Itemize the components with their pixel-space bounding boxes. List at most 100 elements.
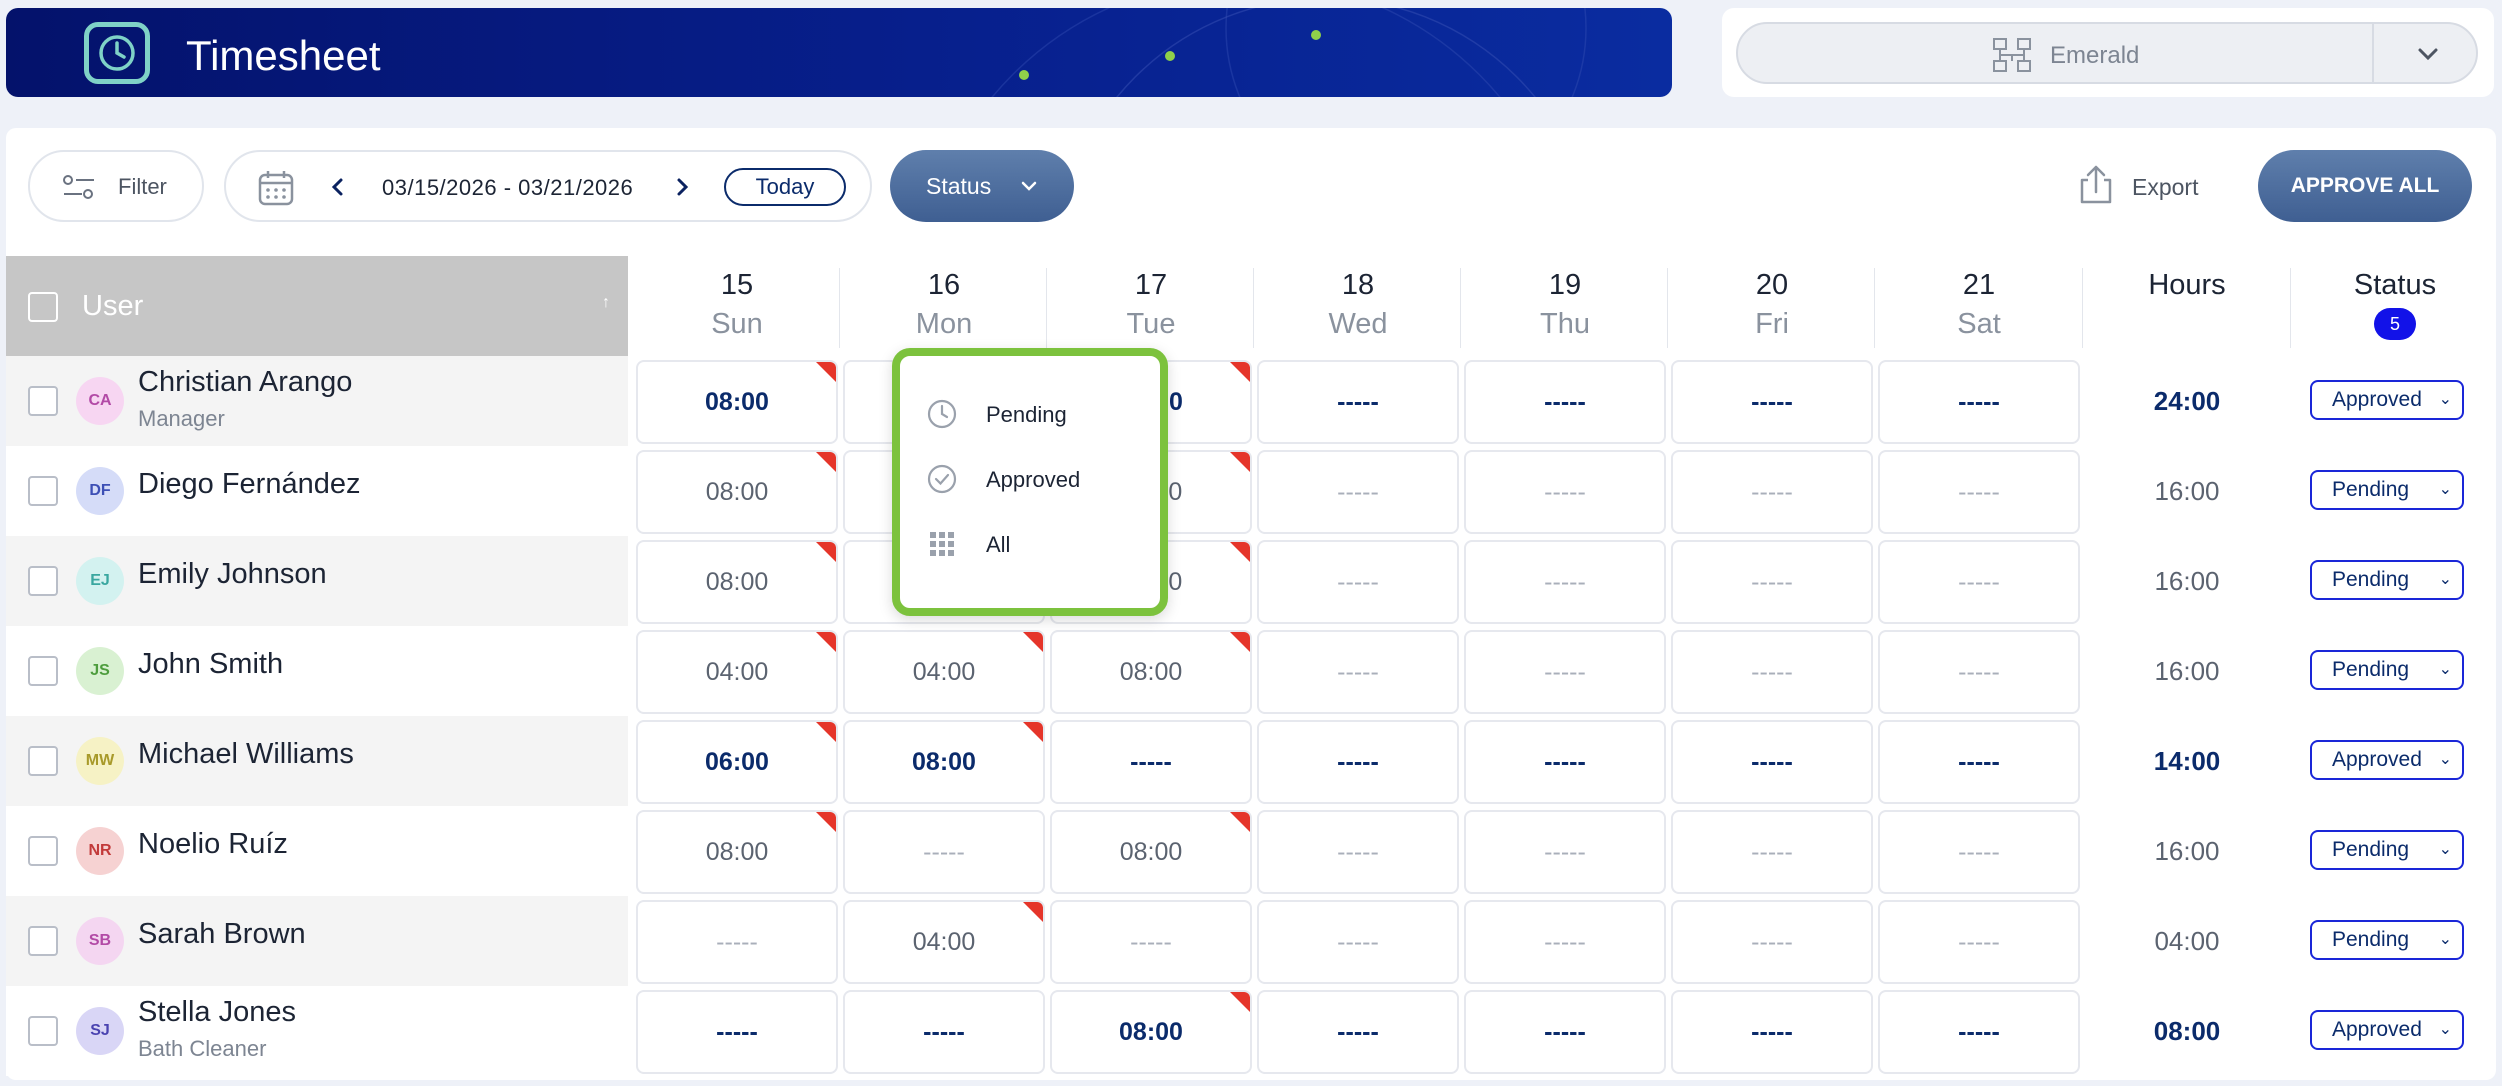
time-entry-cell[interactable]: ----- xyxy=(1878,720,2080,804)
today-button[interactable]: Today xyxy=(724,168,846,206)
row-checkbox[interactable] xyxy=(28,746,58,776)
row-checkbox[interactable] xyxy=(28,836,58,866)
time-entry-cell[interactable]: ----- xyxy=(1257,900,1459,984)
time-entry-value: ----- xyxy=(1337,568,1379,596)
time-entry-cell[interactable]: 08:00 xyxy=(636,450,838,534)
day-name: Thu xyxy=(1540,308,1590,340)
time-entry-cell[interactable]: 06:00 xyxy=(636,720,838,804)
row-status-value: Approved xyxy=(2332,388,2422,411)
chevron-down-icon[interactable] xyxy=(2414,40,2442,68)
time-entry-cell[interactable]: ----- xyxy=(1050,900,1252,984)
export-button[interactable]: Export xyxy=(2076,164,2198,211)
row-checkbox[interactable] xyxy=(28,566,58,596)
time-entry-cell[interactable]: ----- xyxy=(1878,810,2080,894)
time-entry-cell[interactable]: 04:00 xyxy=(636,630,838,714)
filter-button[interactable]: Filter xyxy=(28,150,204,222)
time-entry-cell[interactable]: ----- xyxy=(1671,630,1873,714)
time-entry-value: ----- xyxy=(1958,838,2000,866)
time-entry-cell[interactable]: 08:00 xyxy=(1050,630,1252,714)
time-entry-cell[interactable]: ----- xyxy=(1257,450,1459,534)
time-entry-cell[interactable]: ----- xyxy=(1257,630,1459,714)
time-entry-value: ----- xyxy=(1751,568,1793,596)
time-entry-cell[interactable]: ----- xyxy=(1050,720,1252,804)
time-entry-cell[interactable]: ----- xyxy=(1671,990,1873,1074)
time-entry-cell[interactable]: ----- xyxy=(1878,900,2080,984)
row-status-select[interactable]: Pending ⌄ xyxy=(2310,920,2464,960)
row-checkbox[interactable] xyxy=(28,926,58,956)
time-entry-cell[interactable]: 08:00 xyxy=(636,360,838,444)
time-entry-cell[interactable]: ----- xyxy=(1671,540,1873,624)
time-entry-cell[interactable]: ----- xyxy=(636,900,838,984)
row-checkbox[interactable] xyxy=(28,656,58,686)
time-entry-cell[interactable]: ----- xyxy=(1257,360,1459,444)
time-entry-cell[interactable]: ----- xyxy=(1464,540,1666,624)
time-entry-value: 08:00 xyxy=(705,388,769,416)
time-entry-cell[interactable]: ----- xyxy=(1464,450,1666,534)
time-entry-cell[interactable]: ----- xyxy=(1257,810,1459,894)
time-entry-value: ----- xyxy=(1544,748,1586,776)
time-entry-cell[interactable]: ----- xyxy=(1671,720,1873,804)
time-entry-cell[interactable]: ----- xyxy=(1878,450,2080,534)
time-entry-cell[interactable]: ----- xyxy=(1671,450,1873,534)
time-entry-cell[interactable]: 08:00 xyxy=(843,720,1045,804)
approve-all-button[interactable]: APPROVE ALL xyxy=(2258,150,2472,222)
sort-arrow-icon[interactable]: ↑ xyxy=(602,294,610,312)
time-entry-cell[interactable]: ----- xyxy=(843,990,1045,1074)
time-entry-cell[interactable]: ----- xyxy=(1257,540,1459,624)
time-entry-cell[interactable]: ----- xyxy=(1878,990,2080,1074)
time-entry-cell[interactable]: ----- xyxy=(1464,360,1666,444)
select-all-checkbox[interactable] xyxy=(28,292,58,322)
unread-note-flag xyxy=(1230,992,1250,1012)
time-entry-cell[interactable]: 08:00 xyxy=(1050,810,1252,894)
status-dropdown-menu: Pending Approved All xyxy=(892,348,1168,616)
user-column-header[interactable]: User ↑ xyxy=(6,256,628,356)
time-entry-cell[interactable]: 08:00 xyxy=(636,810,838,894)
time-entry-cell[interactable]: ----- xyxy=(1464,630,1666,714)
time-entry-cell[interactable]: ----- xyxy=(1671,900,1873,984)
status-filter-button[interactable]: Status xyxy=(890,150,1074,222)
calendar-icon[interactable] xyxy=(256,168,296,208)
row-status-select[interactable]: Pending ⌄ xyxy=(2310,650,2464,690)
org-select[interactable]: Emerald xyxy=(1736,22,2478,84)
chevron-right-icon[interactable] xyxy=(672,172,692,202)
status-option-all[interactable]: All xyxy=(926,524,1146,564)
row-status-select[interactable]: Approved ⌄ xyxy=(2310,740,2464,780)
time-entry-cell[interactable]: ----- xyxy=(1464,720,1666,804)
time-entry-cell[interactable]: 04:00 xyxy=(843,630,1045,714)
row-status-select[interactable]: Pending ⌄ xyxy=(2310,560,2464,600)
time-entry-value: ----- xyxy=(1958,748,2000,776)
time-entry-cell[interactable]: ----- xyxy=(1671,360,1873,444)
time-entry-cell[interactable]: 08:00 xyxy=(1050,990,1252,1074)
time-entry-cell[interactable]: ----- xyxy=(843,810,1045,894)
row-status-select[interactable]: Pending ⌄ xyxy=(2310,830,2464,870)
time-entry-cell[interactable]: ----- xyxy=(1878,540,2080,624)
time-entry-cell[interactable]: 08:00 xyxy=(636,540,838,624)
user-cell: SB Sarah Brown xyxy=(6,896,628,986)
time-entry-cell[interactable]: ----- xyxy=(636,990,838,1074)
time-entry-cell[interactable]: ----- xyxy=(1464,900,1666,984)
status-option-approved[interactable]: Approved xyxy=(926,459,1146,499)
row-checkbox[interactable] xyxy=(28,386,58,416)
unread-note-flag xyxy=(816,542,836,562)
row-checkbox[interactable] xyxy=(28,1016,58,1046)
time-entry-cell[interactable]: ----- xyxy=(1464,990,1666,1074)
user-cell: NR Noelio Ruíz xyxy=(6,806,628,896)
row-checkbox[interactable] xyxy=(28,476,58,506)
day-column-header: 19 Thu xyxy=(1462,266,1668,352)
time-entry-cell[interactable]: ----- xyxy=(1257,720,1459,804)
row-status-select[interactable]: Approved ⌄ xyxy=(2310,380,2464,420)
column-divider xyxy=(1046,268,1047,348)
time-entry-cell[interactable]: ----- xyxy=(1878,630,2080,714)
user-role: Manager xyxy=(138,406,225,431)
row-status-select[interactable]: Approved ⌄ xyxy=(2310,1010,2464,1050)
time-entry-cell[interactable]: ----- xyxy=(1464,810,1666,894)
status-option-pending[interactable]: Pending xyxy=(926,394,1146,434)
time-entry-cell[interactable]: ----- xyxy=(1257,990,1459,1074)
time-entry-cell[interactable]: ----- xyxy=(1671,810,1873,894)
time-entry-cell[interactable]: ----- xyxy=(1878,360,2080,444)
status-column-header: Status 5 xyxy=(2292,266,2498,352)
day-name: Mon xyxy=(915,308,973,340)
row-status-select[interactable]: Pending ⌄ xyxy=(2310,470,2464,510)
chevron-left-icon[interactable] xyxy=(328,172,348,202)
time-entry-cell[interactable]: 04:00 xyxy=(843,900,1045,984)
